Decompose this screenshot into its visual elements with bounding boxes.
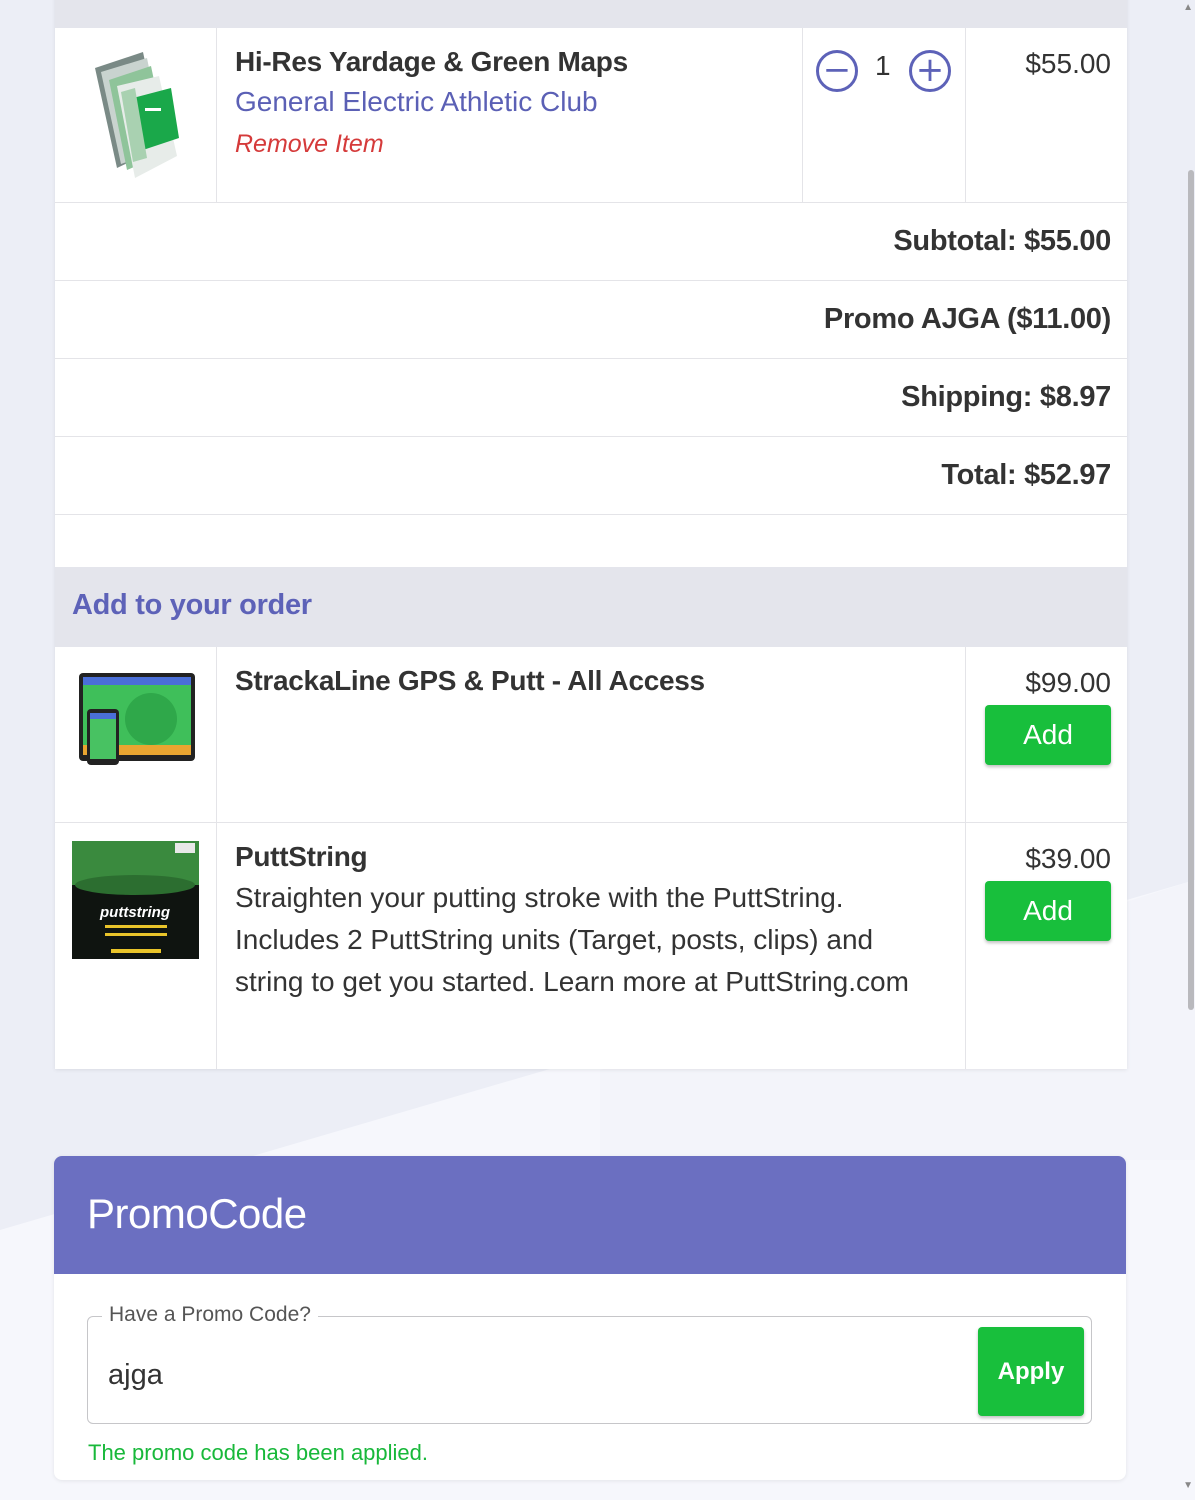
increase-quantity-icon[interactable]: +: [909, 50, 951, 92]
upsell-price: $99.00: [1025, 667, 1111, 698]
upsell-info: PuttString Straighten your putting strok…: [217, 823, 966, 1069]
promo-code-input[interactable]: [108, 1353, 968, 1397]
upsell-row-strackaline: StrackaLine GPS & Putt - All Access $99.…: [55, 647, 1127, 823]
subtotal-row: Subtotal: $55.00: [55, 203, 1127, 281]
apply-promo-button[interactable]: Apply: [978, 1327, 1084, 1416]
puttstring-box-image: puttstring: [72, 841, 199, 959]
add-to-order-header: Add to your order: [55, 567, 1127, 647]
quantity-stepper: − 1 +: [803, 28, 966, 202]
scroll-thumb[interactable]: [1188, 170, 1194, 1010]
yardage-book-image: [95, 52, 179, 178]
upsell-thumbnail-cell: [55, 647, 217, 822]
cart-item-course-link[interactable]: General Electric Athletic Club: [235, 86, 784, 118]
cart-item-info: Hi-Res Yardage & Green Maps General Elec…: [217, 28, 803, 202]
shipping-row: Shipping: $8.97: [55, 359, 1127, 437]
upsell-info: StrackaLine GPS & Putt - All Access: [217, 647, 966, 822]
promo-code-header: PromoCode: [54, 1156, 1126, 1274]
upsell-thumbnail-cell: puttstring: [55, 823, 217, 1069]
add-puttstring-button[interactable]: Add: [985, 881, 1111, 941]
scroll-down-arrow-icon[interactable]: ▼: [1183, 1480, 1193, 1491]
scroll-up-arrow-icon[interactable]: ▲: [1183, 2, 1193, 13]
cart-item-title: Hi-Res Yardage & Green Maps: [235, 46, 628, 77]
upsell-price-cell: $99.00 Add: [966, 647, 1127, 822]
decrease-quantity-icon[interactable]: −: [816, 50, 858, 92]
promo-discount-row: Promo AJGA ($11.00): [55, 281, 1127, 359]
puttstring-logo-text: puttstring: [99, 904, 170, 921]
promo-code-card: PromoCode Have a Promo Code? Apply The p…: [54, 1156, 1126, 1480]
upsell-title: StrackaLine GPS & Putt - All Access: [235, 665, 705, 696]
promo-success-message: The promo code has been applied.: [88, 1440, 429, 1465]
add-strackaline-button[interactable]: Add: [985, 705, 1111, 765]
cart-item-thumbnail-cell: [55, 28, 217, 202]
promo-code-field: Have a Promo Code? Apply: [87, 1303, 1092, 1424]
page-scrollbar[interactable]: ▲ ▼: [1183, 0, 1195, 1500]
upsell-description: Straighten your putting stroke with the …: [235, 882, 909, 997]
total-row: Total: $52.97: [55, 437, 1127, 515]
upsell-price-cell: $39.00 Add: [966, 823, 1127, 1069]
cart-header-strip: [55, 0, 1127, 28]
remove-item-link[interactable]: Remove Item: [235, 130, 784, 159]
promo-code-label: Have a Promo Code?: [102, 1303, 318, 1327]
cart-item-row: Hi-Res Yardage & Green Maps General Elec…: [55, 28, 1127, 203]
upsell-price: $39.00: [1025, 843, 1111, 874]
gps-devices-image: [79, 673, 195, 765]
quantity-value: 1: [875, 50, 891, 81]
cart-item-price: $55.00: [1025, 48, 1111, 79]
upsell-title: PuttString: [235, 841, 368, 872]
cart-card: Hi-Res Yardage & Green Maps General Elec…: [55, 0, 1127, 1069]
upsell-row-puttstring: puttstring PuttString Straighten your pu…: [55, 823, 1127, 1069]
